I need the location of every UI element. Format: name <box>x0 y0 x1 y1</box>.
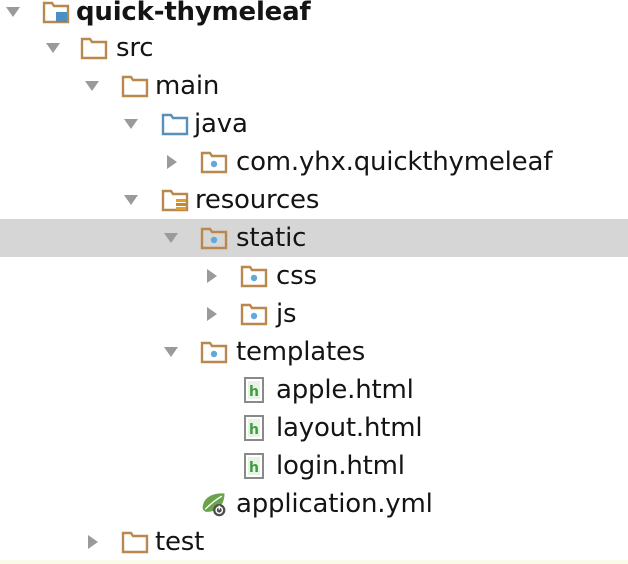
package-folder-icon <box>200 333 228 371</box>
bottom-divider <box>0 560 628 564</box>
tree-item-label: main <box>155 71 220 101</box>
tree-item-label: apple.html <box>276 375 414 405</box>
svg-text:h: h <box>249 422 259 438</box>
tree-row-static[interactable]: static <box>0 219 628 257</box>
tree-item-label: com.yhx.quickthymeleaf <box>236 147 553 177</box>
collapse-arrow-icon[interactable] <box>163 143 181 181</box>
expand-arrow-icon[interactable] <box>4 0 22 31</box>
tree-item-label: quick-thymeleaf <box>76 0 311 27</box>
expand-arrow-icon[interactable] <box>162 333 180 371</box>
folder-icon <box>121 67 149 105</box>
tree-row-login-html[interactable]: h login.html <box>0 447 628 485</box>
svg-text:h: h <box>249 384 259 400</box>
tree-item-label: test <box>155 527 205 557</box>
svg-text:h: h <box>249 460 259 476</box>
tree-row-java[interactable]: java <box>0 105 628 143</box>
expand-arrow-icon[interactable] <box>162 219 180 257</box>
html-file-icon: h <box>240 371 268 409</box>
tree-item-label: layout.html <box>276 413 423 443</box>
tree-row-com-yhx-quickthymeleaf[interactable]: com.yhx.quickthymeleaf <box>0 143 628 181</box>
tree-row-quick-thymeleaf[interactable]: quick-thymeleaf <box>0 0 628 31</box>
tree-row-application-yml[interactable]: application.yml <box>0 485 628 523</box>
package-folder-icon <box>240 295 268 333</box>
tree-item-label: js <box>276 299 297 329</box>
expand-arrow-icon[interactable] <box>83 67 101 105</box>
package-folder-icon <box>200 219 228 257</box>
expand-arrow-icon[interactable] <box>122 105 140 143</box>
tree-item-label: static <box>236 223 307 253</box>
html-file-icon: h <box>240 409 268 447</box>
tree-row-css[interactable]: css <box>0 257 628 295</box>
folder-icon <box>121 523 149 561</box>
collapse-arrow-icon[interactable] <box>203 257 221 295</box>
tree-row-templates[interactable]: templates <box>0 333 628 371</box>
source-root-folder-icon <box>161 105 189 143</box>
expand-arrow-icon[interactable] <box>44 29 62 67</box>
tree-item-label: application.yml <box>236 489 433 519</box>
collapse-arrow-icon[interactable] <box>203 295 221 333</box>
tree-item-label: java <box>194 109 248 139</box>
tree-row-main[interactable]: main <box>0 67 628 105</box>
package-folder-icon <box>200 143 228 181</box>
tree-row-layout-html[interactable]: h layout.html <box>0 409 628 447</box>
folder-icon <box>80 29 108 67</box>
tree-row-apple-html[interactable]: h apple.html <box>0 371 628 409</box>
tree-row-js[interactable]: js <box>0 295 628 333</box>
tree-item-label: templates <box>236 337 366 367</box>
tree-item-label: resources <box>195 185 320 215</box>
tree-item-label: css <box>276 261 317 291</box>
tree-item-label: login.html <box>276 451 405 481</box>
package-folder-icon <box>240 257 268 295</box>
html-file-icon: h <box>240 447 268 485</box>
tree-row-src[interactable]: src <box>0 29 628 67</box>
tree-row-resources[interactable]: resources <box>0 181 628 219</box>
project-tree: quick-thymeleaf src main java com.yhx.qu… <box>0 0 628 564</box>
spring-yml-icon <box>200 485 228 523</box>
expand-arrow-icon[interactable] <box>122 181 140 219</box>
tree-item-label: src <box>116 33 154 63</box>
resources-folder-icon <box>161 181 189 219</box>
project-folder-icon <box>42 0 70 31</box>
collapse-arrow-icon[interactable] <box>84 523 102 561</box>
tree-row-test[interactable]: test <box>0 523 628 561</box>
